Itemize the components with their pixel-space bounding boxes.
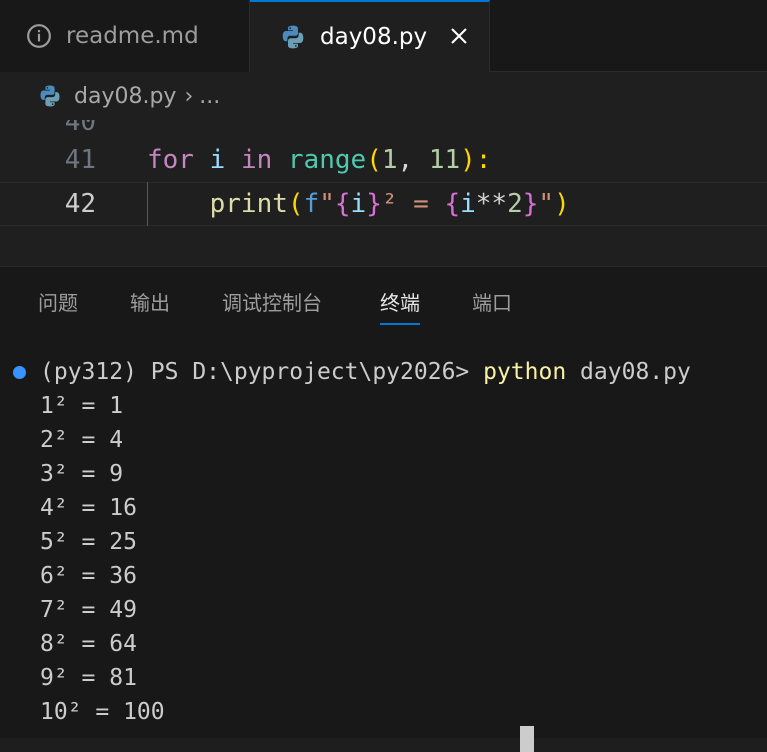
tab-day08-label: day08.py [320,24,428,50]
line-number: 42 [64,189,96,219]
editor-tab-bar: readme.md day08.py [0,0,767,72]
code-line-41[interactable]: 41 for i in range(1, 11): [0,138,767,182]
breadcrumb-more[interactable]: ... [199,84,220,109]
terminal-command: python [483,359,567,385]
bottom-panel: 问题 输出 调试控制台 终端 端口 (py312) PS D:\pyprojec… [0,266,767,738]
terminal-output-line: 9² = 81 [40,665,137,691]
terminal-prompt: (py312) PS D:\pyproject\py2026> [40,359,484,385]
tab-output[interactable]: 输出 [130,287,170,317]
tab-day08[interactable]: day08.py [250,0,490,72]
tab-readme[interactable]: readme.md [0,0,250,72]
python-icon [40,85,60,107]
tab-problems[interactable]: 问题 [38,287,78,317]
line-number: 40 [64,120,96,137]
terminal-output-line: 1² = 1 [40,393,124,419]
tab-ports[interactable]: 端口 [472,287,512,317]
breadcrumb-file[interactable]: day08.py [74,84,176,109]
code-line-42[interactable]: 42 print(f"{i}² = {i**2}") [0,182,767,226]
terminal-output-line: 7² = 49 [40,597,137,623]
terminal-cursor [520,726,534,752]
tab-terminal[interactable]: 终端 [380,287,420,325]
terminal[interactable]: (py312) PS D:\pyproject\py2026> python d… [0,355,767,739]
terminal-output-line: 4² = 16 [40,495,137,521]
terminal-output-line: 2² = 4 [40,427,124,453]
tab-debug-console[interactable]: 调试控制台 [222,287,322,317]
chevron-right-icon: › [184,83,194,109]
terminal-command-arg: day08.py [566,359,691,385]
terminal-command-line: (py312) PS D:\pyproject\py2026> python d… [40,355,691,389]
terminal-output-line: 3² = 9 [40,461,124,487]
python-icon [282,25,304,49]
terminal-output-line: 8² = 64 [40,631,137,657]
terminal-output-line: 6² = 36 [40,563,137,589]
terminal-output-line: 10² = 100 [40,699,165,725]
tab-readme-label: readme.md [66,23,199,49]
line-number: 41 [64,145,96,175]
terminal-output-line: 5² = 25 [40,529,137,555]
code-text: for i in range(1, 11): [147,145,492,175]
command-status-dot-icon[interactable] [13,366,26,379]
code-editor[interactable]: 40 41 for i in range(1, 11): 42 print(f"… [0,120,767,266]
close-icon[interactable] [447,24,471,48]
breadcrumb: day08.py › ... [0,72,767,120]
panel-tab-bar: 问题 输出 调试控制台 终端 端口 [0,267,767,331]
code-text: print(f"{i}² = {i**2}") [209,189,570,219]
info-icon [27,24,51,48]
